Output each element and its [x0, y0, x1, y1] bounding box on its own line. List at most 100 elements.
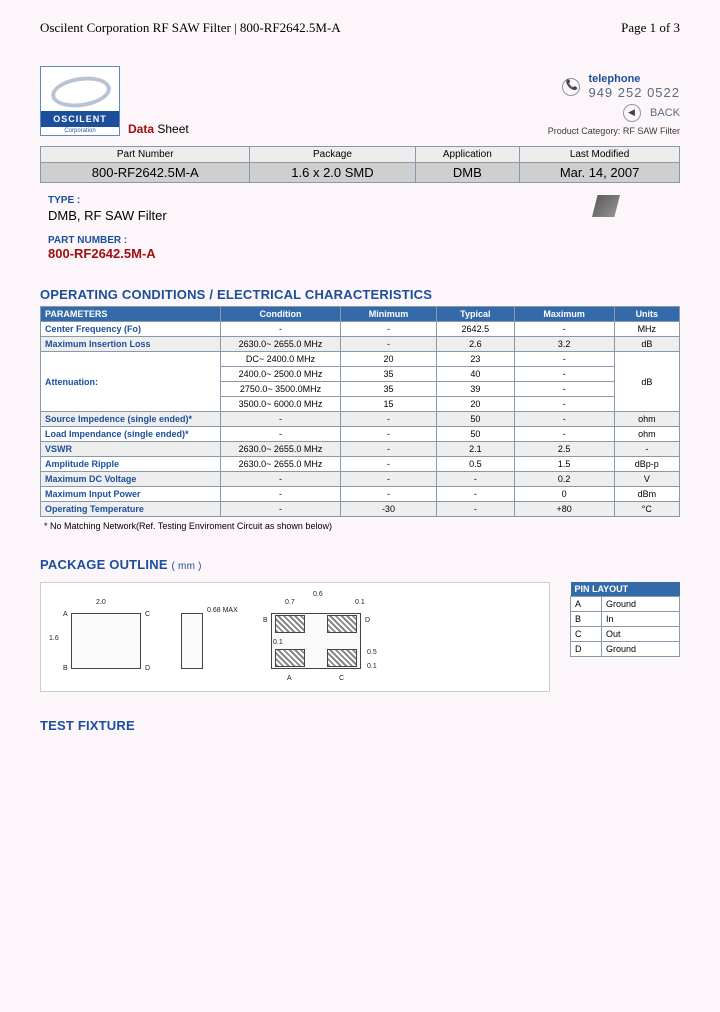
spec-max: 0	[514, 487, 614, 502]
contact-block: telephone 949 252 0522 BACK Product Cate…	[548, 73, 680, 136]
pin-layout-table: PIN LAYOUT AGround BIn COut DGround	[570, 582, 680, 657]
info-header: Last Modified	[520, 147, 680, 163]
spec-max: 1.5	[514, 457, 614, 472]
spec-typ: 39	[436, 382, 514, 397]
pin-id: A	[571, 597, 602, 612]
logo-ring-icon	[49, 73, 113, 111]
pin-id: C	[571, 627, 602, 642]
pin-id: B	[571, 612, 602, 627]
spec-max: 3.2	[514, 337, 614, 352]
document-title: Data Sheet	[128, 122, 189, 136]
spec-max: -	[514, 412, 614, 427]
section-test-title: TEST FIXTURE	[40, 718, 680, 733]
package-outline-row: 2.0 1.6 A B C D 0.68 MAX 0.7 0.6 0.1 0.5…	[40, 582, 680, 692]
pin-func: Ground	[601, 597, 679, 612]
spec-param: Maximum Input Power	[41, 487, 221, 502]
spec-row: Maximum Input Power---0dBm	[41, 487, 680, 502]
spec-row: Maximum Insertion Loss2630.0~ 2655.0 MHz…	[41, 337, 680, 352]
pin-d2: D	[365, 617, 370, 624]
spec-min: -30	[341, 502, 437, 517]
spec-typ: 20	[436, 397, 514, 412]
spec-cond: -	[221, 472, 341, 487]
pin-b: B	[63, 665, 68, 672]
spec-max: -	[514, 397, 614, 412]
spec-param: Maximum Insertion Loss	[41, 337, 221, 352]
spec-min: -	[341, 487, 437, 502]
spec-cond: 2750.0~ 3500.0MHz	[221, 382, 341, 397]
type-label: TYPE :	[48, 195, 680, 206]
back-button[interactable]: BACK	[548, 104, 680, 122]
dim-pad-gap: 0.6	[313, 591, 323, 598]
telephone-number: 949 252 0522	[588, 85, 680, 100]
spec-min: -	[341, 427, 437, 442]
logo-brand: OSCILENT	[41, 111, 119, 127]
prodcat-value: RF SAW Filter	[623, 126, 680, 136]
spec-param: VSWR	[41, 442, 221, 457]
info-value: 1.6 x 2.0 SMD	[250, 163, 415, 183]
spec-typ: 0.5	[436, 457, 514, 472]
spec-typ: -	[436, 487, 514, 502]
spec-max: -	[514, 367, 614, 382]
spec-min: -	[341, 337, 437, 352]
phone-icon	[562, 78, 580, 96]
pin-func: In	[601, 612, 679, 627]
dim-w: 2.0	[96, 599, 106, 606]
spec-typ: -	[436, 472, 514, 487]
pin-c2: C	[339, 675, 344, 682]
spec-cond: 2630.0~ 2655.0 MHz	[221, 337, 341, 352]
dim-thick: 0.68 MAX	[207, 607, 238, 614]
spec-typ: -	[436, 502, 514, 517]
back-arrow-icon	[623, 104, 641, 122]
spec-typ: 50	[436, 427, 514, 442]
type-value: DMB, RF SAW Filter	[48, 208, 680, 223]
spec-param: Source Impedence (single ended)*	[41, 412, 221, 427]
dim-pad-w: 0.7	[285, 599, 295, 606]
spec-cond: 3500.0~ 6000.0 MHz	[221, 397, 341, 412]
pin-d: D	[145, 665, 150, 672]
spec-row: Operating Temperature--30-+80°C	[41, 502, 680, 517]
spec-unit: °C	[614, 502, 679, 517]
spec-cond: -	[221, 322, 341, 337]
spec-min: -	[341, 412, 437, 427]
spec-col-cond: Condition	[221, 307, 341, 322]
spec-cond: -	[221, 412, 341, 427]
pin-id: D	[571, 642, 602, 657]
spec-min: 20	[341, 352, 437, 367]
spec-row: Load Impendance (single ended)*--50-ohm	[41, 427, 680, 442]
info-header: Application	[415, 147, 520, 163]
section-spec-title: OPERATING CONDITIONS / ELECTRICAL CHARAC…	[40, 287, 680, 302]
spec-unit: ohm	[614, 427, 679, 442]
spec-row: Maximum DC Voltage---0.2V	[41, 472, 680, 487]
info-value: DMB	[415, 163, 520, 183]
spec-unit: -	[614, 442, 679, 457]
partnumber-value: 800-RF2642.5M-A	[48, 246, 680, 261]
spec-typ: 2642.5	[436, 322, 514, 337]
spec-max: -	[514, 382, 614, 397]
spec-min: -	[341, 442, 437, 457]
partnumber-label: PART NUMBER :	[48, 235, 680, 246]
spec-row: Source Impedence (single ended)*--50-ohm	[41, 412, 680, 427]
type-block: TYPE : DMB, RF SAW Filter PART NUMBER : …	[48, 195, 680, 261]
spec-unit: MHz	[614, 322, 679, 337]
title-data: Data	[128, 122, 154, 136]
package-drawing: 2.0 1.6 A B C D 0.68 MAX 0.7 0.6 0.1 0.5…	[40, 582, 550, 692]
spec-row: VSWR2630.0~ 2655.0 MHz-2.12.5-	[41, 442, 680, 457]
spec-typ: 40	[436, 367, 514, 382]
spec-min: -	[341, 322, 437, 337]
spec-unit: dB	[614, 352, 679, 412]
spec-col-min: Minimum	[341, 307, 437, 322]
spec-col-param: PARAMETERS	[41, 307, 221, 322]
spec-table: PARAMETERS Condition Minimum Typical Max…	[40, 306, 680, 517]
logo-block: OSCILENT Corporation Data Sheet	[40, 66, 189, 136]
prodcat-label: Product Category:	[548, 126, 623, 136]
spec-param: Center Frequency (Fo)	[41, 322, 221, 337]
page-header: Oscilent Corporation RF SAW Filter | 800…	[40, 20, 680, 36]
pin-a2: A	[287, 675, 292, 682]
pin-layout-header: PIN LAYOUT	[571, 582, 680, 597]
dim-pad-h: 0.5	[367, 649, 377, 656]
section-pkg-title: PACKAGE OUTLINE ( mm )	[40, 557, 680, 572]
spec-param: Load Impendance (single ended)*	[41, 427, 221, 442]
pin-func: Ground	[601, 642, 679, 657]
telephone-label: telephone	[588, 73, 640, 85]
spec-unit: V	[614, 472, 679, 487]
